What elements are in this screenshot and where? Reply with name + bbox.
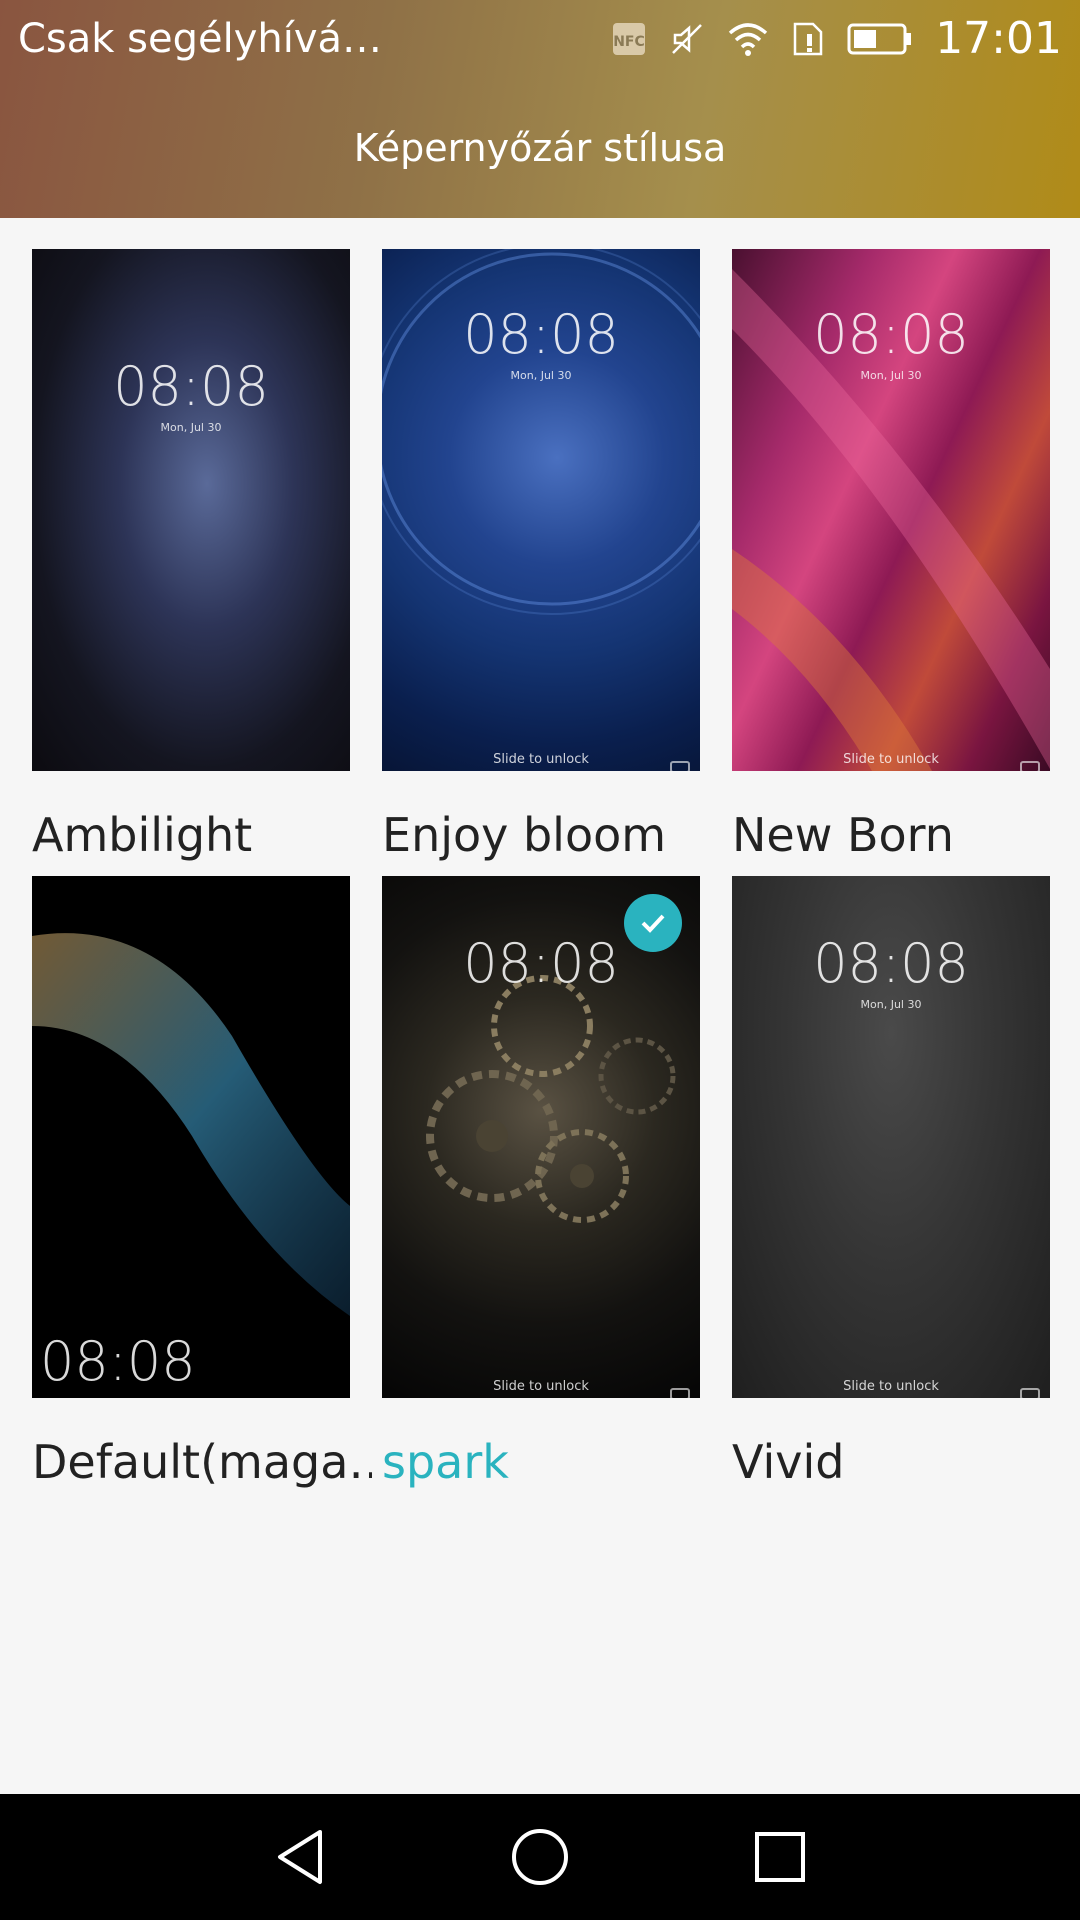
theme-preview[interactable]: 08:08 Slide to unlock bbox=[382, 876, 700, 1398]
theme-name: Ambilight bbox=[32, 808, 253, 862]
preview-slide-text: Slide to unlock bbox=[843, 752, 939, 767]
theme-preview[interactable]: 08:08 Mon, Jul 30 Slide to unlock bbox=[732, 876, 1050, 1398]
preview-slide-text: Slide to unlock bbox=[843, 1379, 939, 1394]
camera-icon bbox=[1020, 761, 1040, 771]
preview-time: 08:08 bbox=[813, 303, 969, 366]
camera-icon bbox=[1020, 1388, 1040, 1398]
silent-icon bbox=[669, 21, 705, 57]
theme-preview[interactable]: 08:08 Mon, Jul 30 bbox=[32, 249, 350, 771]
preview-date: Mon, Jul 30 bbox=[510, 369, 572, 382]
preview-time: 08:08 bbox=[463, 303, 619, 366]
status-icons: NFC 17:01 bbox=[611, 12, 1062, 66]
selected-check-icon bbox=[624, 894, 682, 952]
home-icon bbox=[512, 1829, 568, 1885]
preview-time: 08:08 bbox=[113, 355, 269, 418]
preview-date: Mon, Jul 30 bbox=[860, 369, 922, 382]
camera-icon bbox=[670, 1388, 690, 1398]
preview-time: 08:08 bbox=[813, 932, 969, 995]
theme-preview[interactable]: 08:08 Mon, Jul 30 Slide to unlock bbox=[732, 249, 1050, 771]
theme-name: Vivid bbox=[732, 1435, 845, 1489]
back-icon bbox=[278, 1830, 322, 1884]
nfc-icon: NFC bbox=[611, 21, 647, 57]
status-time: 17:01 bbox=[935, 13, 1062, 64]
navigation-bar bbox=[0, 1794, 1080, 1920]
battery-icon bbox=[847, 22, 913, 56]
home-button[interactable] bbox=[505, 1822, 575, 1892]
theme-name: Enjoy bloom bbox=[382, 808, 667, 862]
camera-icon bbox=[670, 761, 690, 771]
theme-preview[interactable]: 08:08 Mon, Jul 30 Slide to unlock bbox=[382, 249, 700, 771]
status-bar: Csak segélyhívá… NFC 17:01 bbox=[0, 0, 1080, 80]
page-title: Képernyőzár stílusa bbox=[353, 126, 727, 170]
app-header: Csak segélyhívá… NFC 17:01 Képernyőzár s… bbox=[0, 0, 1080, 218]
preview-time: 08:08 bbox=[40, 1330, 196, 1393]
theme-preview[interactable]: 08:08 bbox=[32, 876, 350, 1398]
theme-name: New Born bbox=[732, 808, 954, 862]
sim-icon bbox=[791, 20, 825, 58]
recents-icon bbox=[755, 1832, 805, 1882]
sparkle-stream bbox=[32, 933, 350, 1316]
preview-date: Mon, Jul 30 bbox=[860, 998, 922, 1011]
svg-text:NFC: NFC bbox=[613, 34, 645, 50]
preview-slide-text: Slide to unlock bbox=[493, 752, 589, 767]
preview-slide-text: Slide to unlock bbox=[493, 1379, 589, 1394]
theme-name: Default(maga… bbox=[32, 1435, 372, 1489]
preview-date: Mon, Jul 30 bbox=[160, 421, 222, 434]
recents-button[interactable] bbox=[745, 1822, 815, 1892]
theme-name: spark bbox=[382, 1435, 509, 1489]
back-button[interactable] bbox=[265, 1822, 335, 1892]
carrier-text: Csak segélyhívá… bbox=[18, 16, 383, 62]
wifi-icon bbox=[727, 21, 769, 57]
